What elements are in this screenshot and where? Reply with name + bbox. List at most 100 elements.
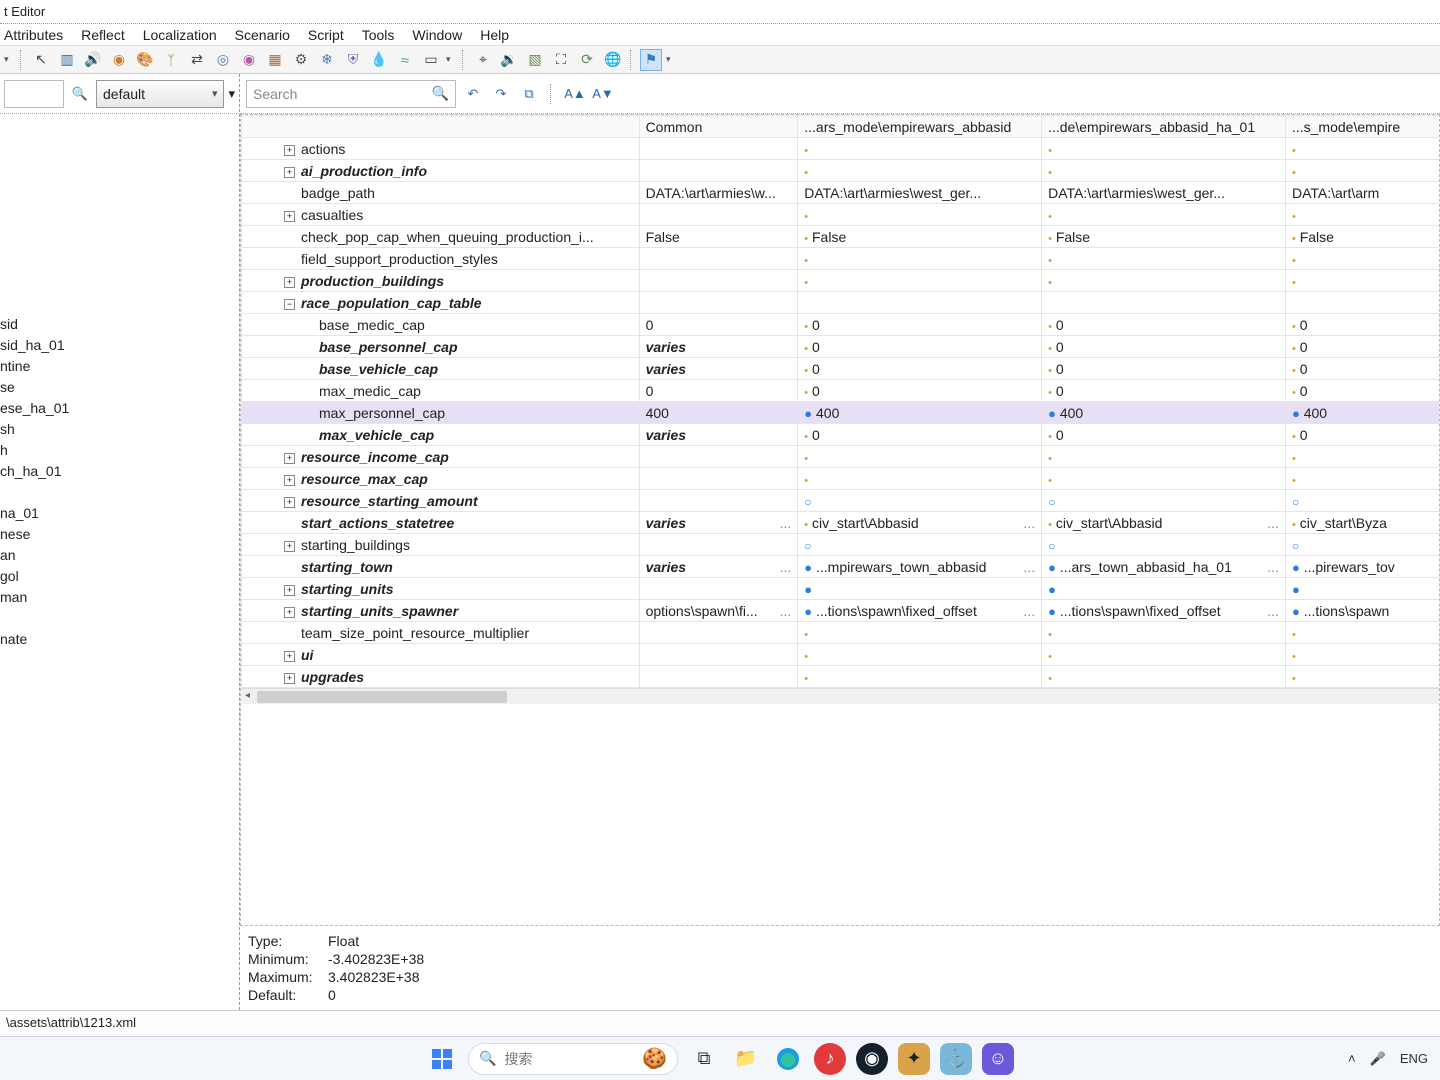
list-item[interactable]: sid bbox=[0, 314, 239, 335]
edge-icon[interactable] bbox=[772, 1043, 804, 1075]
table-row[interactable]: base_vehicle_capvaries• 0• 0• 0 bbox=[242, 358, 1440, 380]
cell[interactable]: • 0 bbox=[798, 336, 1042, 358]
pointer-icon[interactable]: ↖ bbox=[30, 49, 52, 71]
expand-toggle[interactable]: + bbox=[284, 475, 295, 486]
cell[interactable]: • 0 bbox=[1285, 336, 1440, 358]
cell[interactable]: ○ bbox=[1285, 490, 1440, 512]
table-row[interactable]: +starting_units_spawner...options\spawn\… bbox=[242, 600, 1440, 622]
cell[interactable]: ● ...tions\spawn... bbox=[1285, 600, 1440, 622]
column-header[interactable]: Common bbox=[639, 116, 798, 138]
nav-down-icon[interactable]: ↷ bbox=[490, 83, 512, 105]
flag-icon[interactable]: ⚑ bbox=[640, 49, 662, 71]
cell[interactable]: ● bbox=[1285, 578, 1440, 600]
start-button[interactable] bbox=[426, 1043, 458, 1075]
table-row[interactable]: +upgrades••• bbox=[242, 666, 1440, 688]
toolbar-dropdown-2[interactable]: ▾ bbox=[446, 54, 456, 65]
cell[interactable]: • False bbox=[1042, 226, 1286, 248]
preset-combo[interactable]: default bbox=[96, 80, 224, 108]
cell[interactable]: ● bbox=[798, 578, 1042, 600]
grid-search-input[interactable]: Search 🔍 bbox=[246, 80, 456, 108]
cell[interactable]: ○ bbox=[1285, 534, 1440, 556]
world-icon[interactable]: 🌐 bbox=[602, 49, 624, 71]
expand-toggle[interactable]: + bbox=[284, 651, 295, 662]
taskview-icon[interactable]: ⧉ bbox=[688, 1043, 720, 1075]
cell[interactable] bbox=[639, 138, 798, 160]
cell[interactable]: • bbox=[1042, 138, 1286, 160]
cell[interactable]: • bbox=[1042, 270, 1286, 292]
volume-icon[interactable]: 🔉 bbox=[498, 49, 520, 71]
expand-toggle[interactable]: + bbox=[284, 497, 295, 508]
cell[interactable]: 0 bbox=[639, 380, 798, 402]
combo-dropdown[interactable]: ▾ bbox=[228, 86, 235, 102]
doc-icon[interactable]: ▭ bbox=[420, 49, 442, 71]
target-icon[interactable]: ◉ bbox=[238, 49, 260, 71]
cell[interactable]: • bbox=[798, 248, 1042, 270]
menu-tools[interactable]: Tools bbox=[362, 27, 395, 43]
table-row[interactable]: +actions••• bbox=[242, 138, 1440, 160]
cell[interactable]: • 0 bbox=[1285, 314, 1440, 336]
cell[interactable] bbox=[639, 644, 798, 666]
cell[interactable] bbox=[1042, 292, 1286, 314]
cell[interactable]: • 0 bbox=[798, 380, 1042, 402]
cell[interactable]: • bbox=[798, 622, 1042, 644]
cell[interactable]: • 0 bbox=[1285, 358, 1440, 380]
menu-scenario[interactable]: Scenario bbox=[235, 27, 290, 43]
cell[interactable]: • 0 bbox=[798, 358, 1042, 380]
cell[interactable]: ○ bbox=[798, 534, 1042, 556]
cell[interactable]: • 0 bbox=[1042, 358, 1286, 380]
menu-window[interactable]: Window bbox=[412, 27, 462, 43]
table-row[interactable]: max_vehicle_capvaries• 0• 0• 0 bbox=[242, 424, 1440, 446]
palette-icon[interactable]: 🎨 bbox=[134, 49, 156, 71]
list-item[interactable]: h bbox=[0, 440, 239, 461]
badge-icon[interactable]: ◉ bbox=[108, 49, 130, 71]
drop-icon[interactable]: 💧 bbox=[368, 49, 390, 71]
globe-icon[interactable]: ◎ bbox=[212, 49, 234, 71]
horizontal-scrollbar[interactable]: ◂ bbox=[241, 688, 1439, 704]
expand-toggle[interactable]: + bbox=[284, 607, 295, 618]
cell[interactable]: • bbox=[1285, 622, 1440, 644]
chevron-up-icon[interactable]: ˄ bbox=[1348, 1051, 1356, 1066]
cell[interactable]: DATA:\art\armies\w... bbox=[639, 182, 798, 204]
menu-script[interactable]: Script bbox=[308, 27, 344, 43]
list-item[interactable]: gol bbox=[0, 566, 239, 587]
cell[interactable]: ● ...mpirewars_town_abbasid... bbox=[798, 556, 1042, 578]
cell[interactable]: • 0 bbox=[1042, 314, 1286, 336]
steam-icon[interactable]: ◉ bbox=[856, 1043, 888, 1075]
cell[interactable]: • False bbox=[1285, 226, 1440, 248]
app1-icon[interactable]: ✦ bbox=[898, 1043, 930, 1075]
cell[interactable]: ...varies bbox=[639, 512, 798, 534]
list-item[interactable]: an bbox=[0, 545, 239, 566]
cell[interactable]: varies bbox=[639, 336, 798, 358]
table-row[interactable]: +resource_max_cap••• bbox=[242, 468, 1440, 490]
list-item[interactable]: ese_ha_01 bbox=[0, 398, 239, 419]
cell[interactable]: ● bbox=[1042, 578, 1286, 600]
cell[interactable]: • 0 bbox=[1285, 380, 1440, 402]
list-item[interactable]: nese bbox=[0, 524, 239, 545]
cell[interactable]: • bbox=[798, 446, 1042, 468]
attribute-grid[interactable]: Common...ars_mode\empirewars_abbasid...d… bbox=[241, 115, 1440, 688]
table-row[interactable]: −race_population_cap_table bbox=[242, 292, 1440, 314]
list-item[interactable]: nate bbox=[0, 629, 239, 650]
cell[interactable] bbox=[1285, 292, 1440, 314]
table-row[interactable]: +resource_starting_amount○○○ bbox=[242, 490, 1440, 512]
cell[interactable]: ○ bbox=[798, 490, 1042, 512]
branch-icon[interactable]: ᛉ bbox=[160, 49, 182, 71]
menu-localization[interactable]: Localization bbox=[143, 27, 217, 43]
explorer-icon[interactable]: 📁 bbox=[730, 1043, 762, 1075]
cell[interactable]: ○ bbox=[1042, 534, 1286, 556]
cell[interactable] bbox=[639, 666, 798, 688]
cell[interactable]: • bbox=[1042, 446, 1286, 468]
cell[interactable]: • bbox=[798, 270, 1042, 292]
cell[interactable] bbox=[639, 534, 798, 556]
menu-help[interactable]: Help bbox=[480, 27, 509, 43]
table-row[interactable]: badge_pathDATA:\art\armies\w...DATA:\art… bbox=[242, 182, 1440, 204]
toolbar-dropdown-3[interactable]: ▾ bbox=[666, 54, 676, 65]
table-row[interactable]: max_personnel_cap400● 400● 400● 400 bbox=[242, 402, 1440, 424]
table-row[interactable]: start_actions_statetree...varies• civ_st… bbox=[242, 512, 1440, 534]
cell[interactable]: ● ...ars_town_abbasid_ha_01... bbox=[1042, 556, 1286, 578]
cell[interactable]: • bbox=[1285, 666, 1440, 688]
table-row[interactable]: +production_buildings••• bbox=[242, 270, 1440, 292]
cell[interactable]: • bbox=[1285, 204, 1440, 226]
column-header[interactable] bbox=[242, 116, 640, 138]
shield-icon[interactable]: ⛨ bbox=[342, 49, 364, 71]
